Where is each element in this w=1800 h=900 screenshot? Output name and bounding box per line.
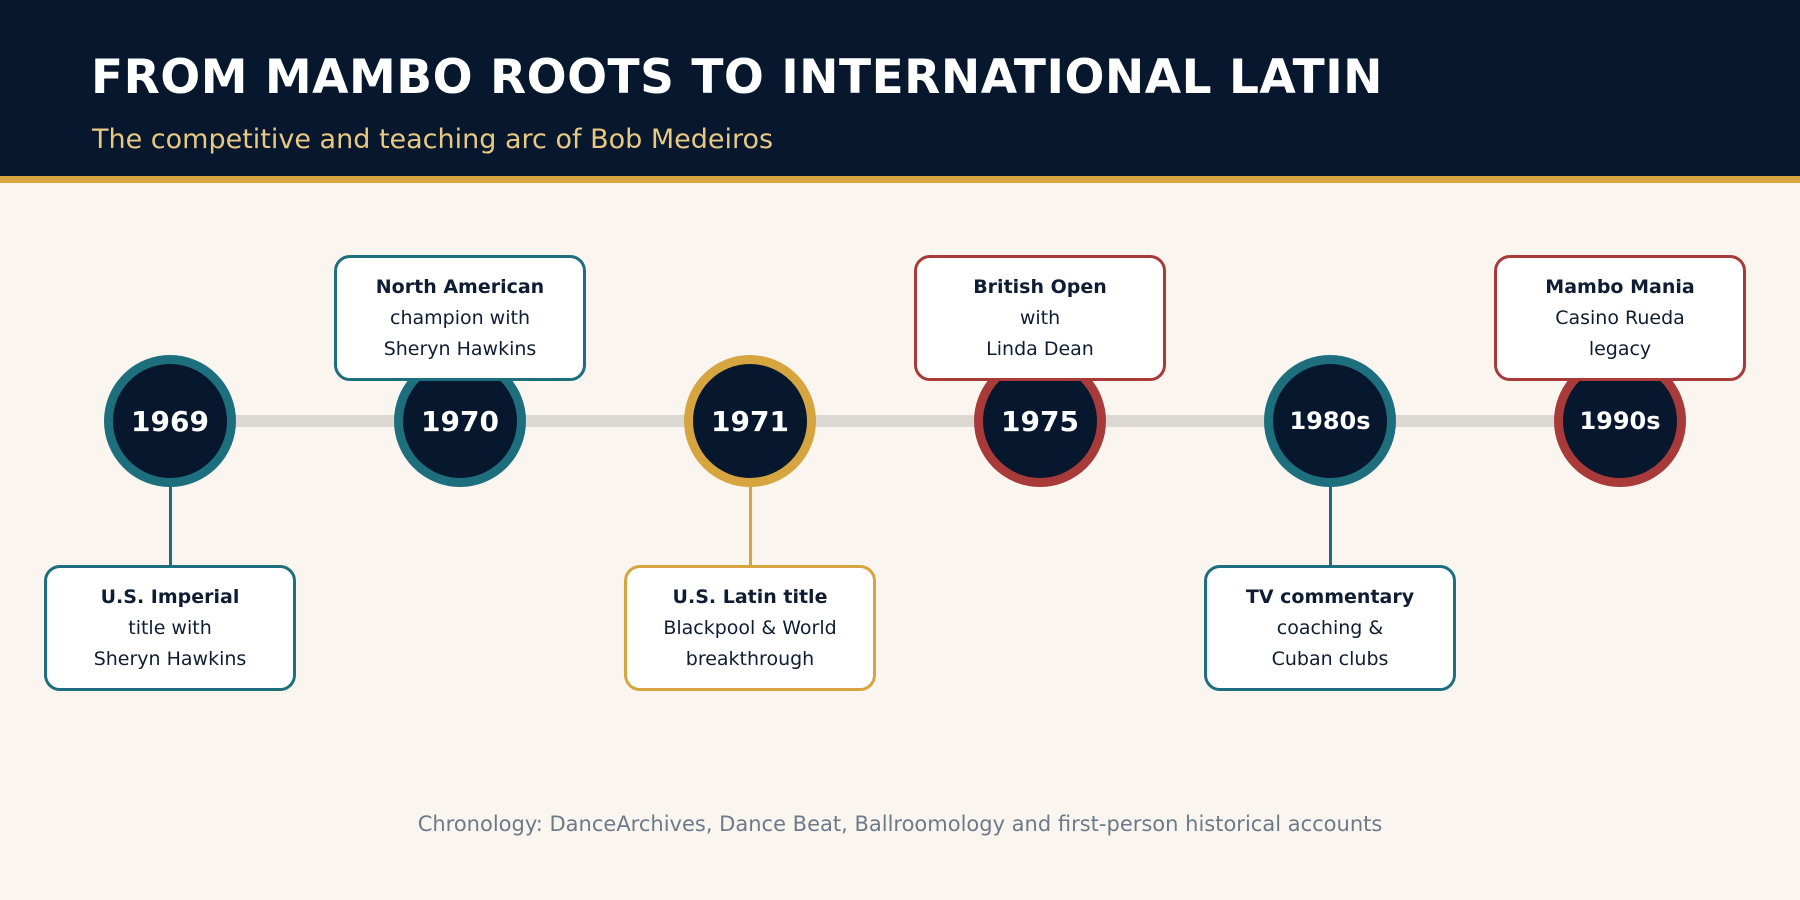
event-card: U.S. Latin title Blackpool & World breakth…: [624, 565, 876, 691]
event-heading: British Open: [973, 275, 1107, 298]
timeline-connector: [168, 483, 172, 567]
timeline-connector: [1328, 483, 1332, 567]
event-detail: Sheryn Hawkins: [93, 647, 247, 670]
event-detail: legacy: [1588, 337, 1652, 360]
event-detail: Sheryn Hawkins: [383, 337, 537, 360]
event-card: Mambo Mania Casino Rueda legacy: [1494, 255, 1746, 381]
timeline-connector: [748, 483, 752, 567]
event-detail: Cuban clubs: [1271, 647, 1389, 670]
event-detail: breakthrough: [685, 647, 815, 670]
source-note: Chronology: DanceArchives, Dance Beat, B…: [417, 812, 1383, 836]
year-label: 1990s: [1579, 407, 1661, 435]
event-card: TV commentary coaching & Cuban clubs: [1204, 565, 1456, 691]
event-detail: with: [1019, 306, 1061, 329]
event-card: North American champion with Sheryn Hawkin…: [334, 255, 586, 381]
event-card: British Open with Linda Dean: [914, 255, 1166, 381]
event-detail: title with: [128, 616, 212, 639]
event-heading: TV commentary: [1245, 585, 1415, 608]
event-heading: U.S. Latin title: [672, 585, 828, 608]
event-detail: coaching &: [1276, 616, 1384, 639]
page-subtitle: The competitive and teaching arc of Bob …: [92, 124, 774, 155]
year-label: 1969: [131, 404, 209, 438]
year-label: 1971: [711, 404, 789, 438]
year-label: 1970: [421, 404, 499, 438]
year-node: 1969: [104, 355, 236, 487]
event-heading: U.S. Imperial: [100, 585, 240, 608]
event-detail: Casino Rueda: [1555, 306, 1685, 329]
event-detail: Linda Dean: [986, 337, 1094, 360]
event-detail: champion with: [390, 306, 530, 329]
year-node: 1980s: [1264, 355, 1396, 487]
event-card: U.S. Imperial title with Sheryn Hawkins: [44, 565, 296, 691]
year-label: 1975: [1001, 404, 1079, 438]
event-heading: North American: [375, 275, 545, 298]
year-label: 1980s: [1289, 407, 1371, 435]
event-detail: Blackpool & World: [663, 616, 837, 639]
event-heading: Mambo Mania: [1545, 275, 1695, 298]
page-title: FROM MAMBO ROOTS TO INTERNATIONAL LATIN: [91, 50, 1384, 105]
year-node: 1971: [684, 355, 816, 487]
header-banner: FROM MAMBO ROOTS TO INTERNATIONAL LATIN …: [0, 0, 1800, 183]
